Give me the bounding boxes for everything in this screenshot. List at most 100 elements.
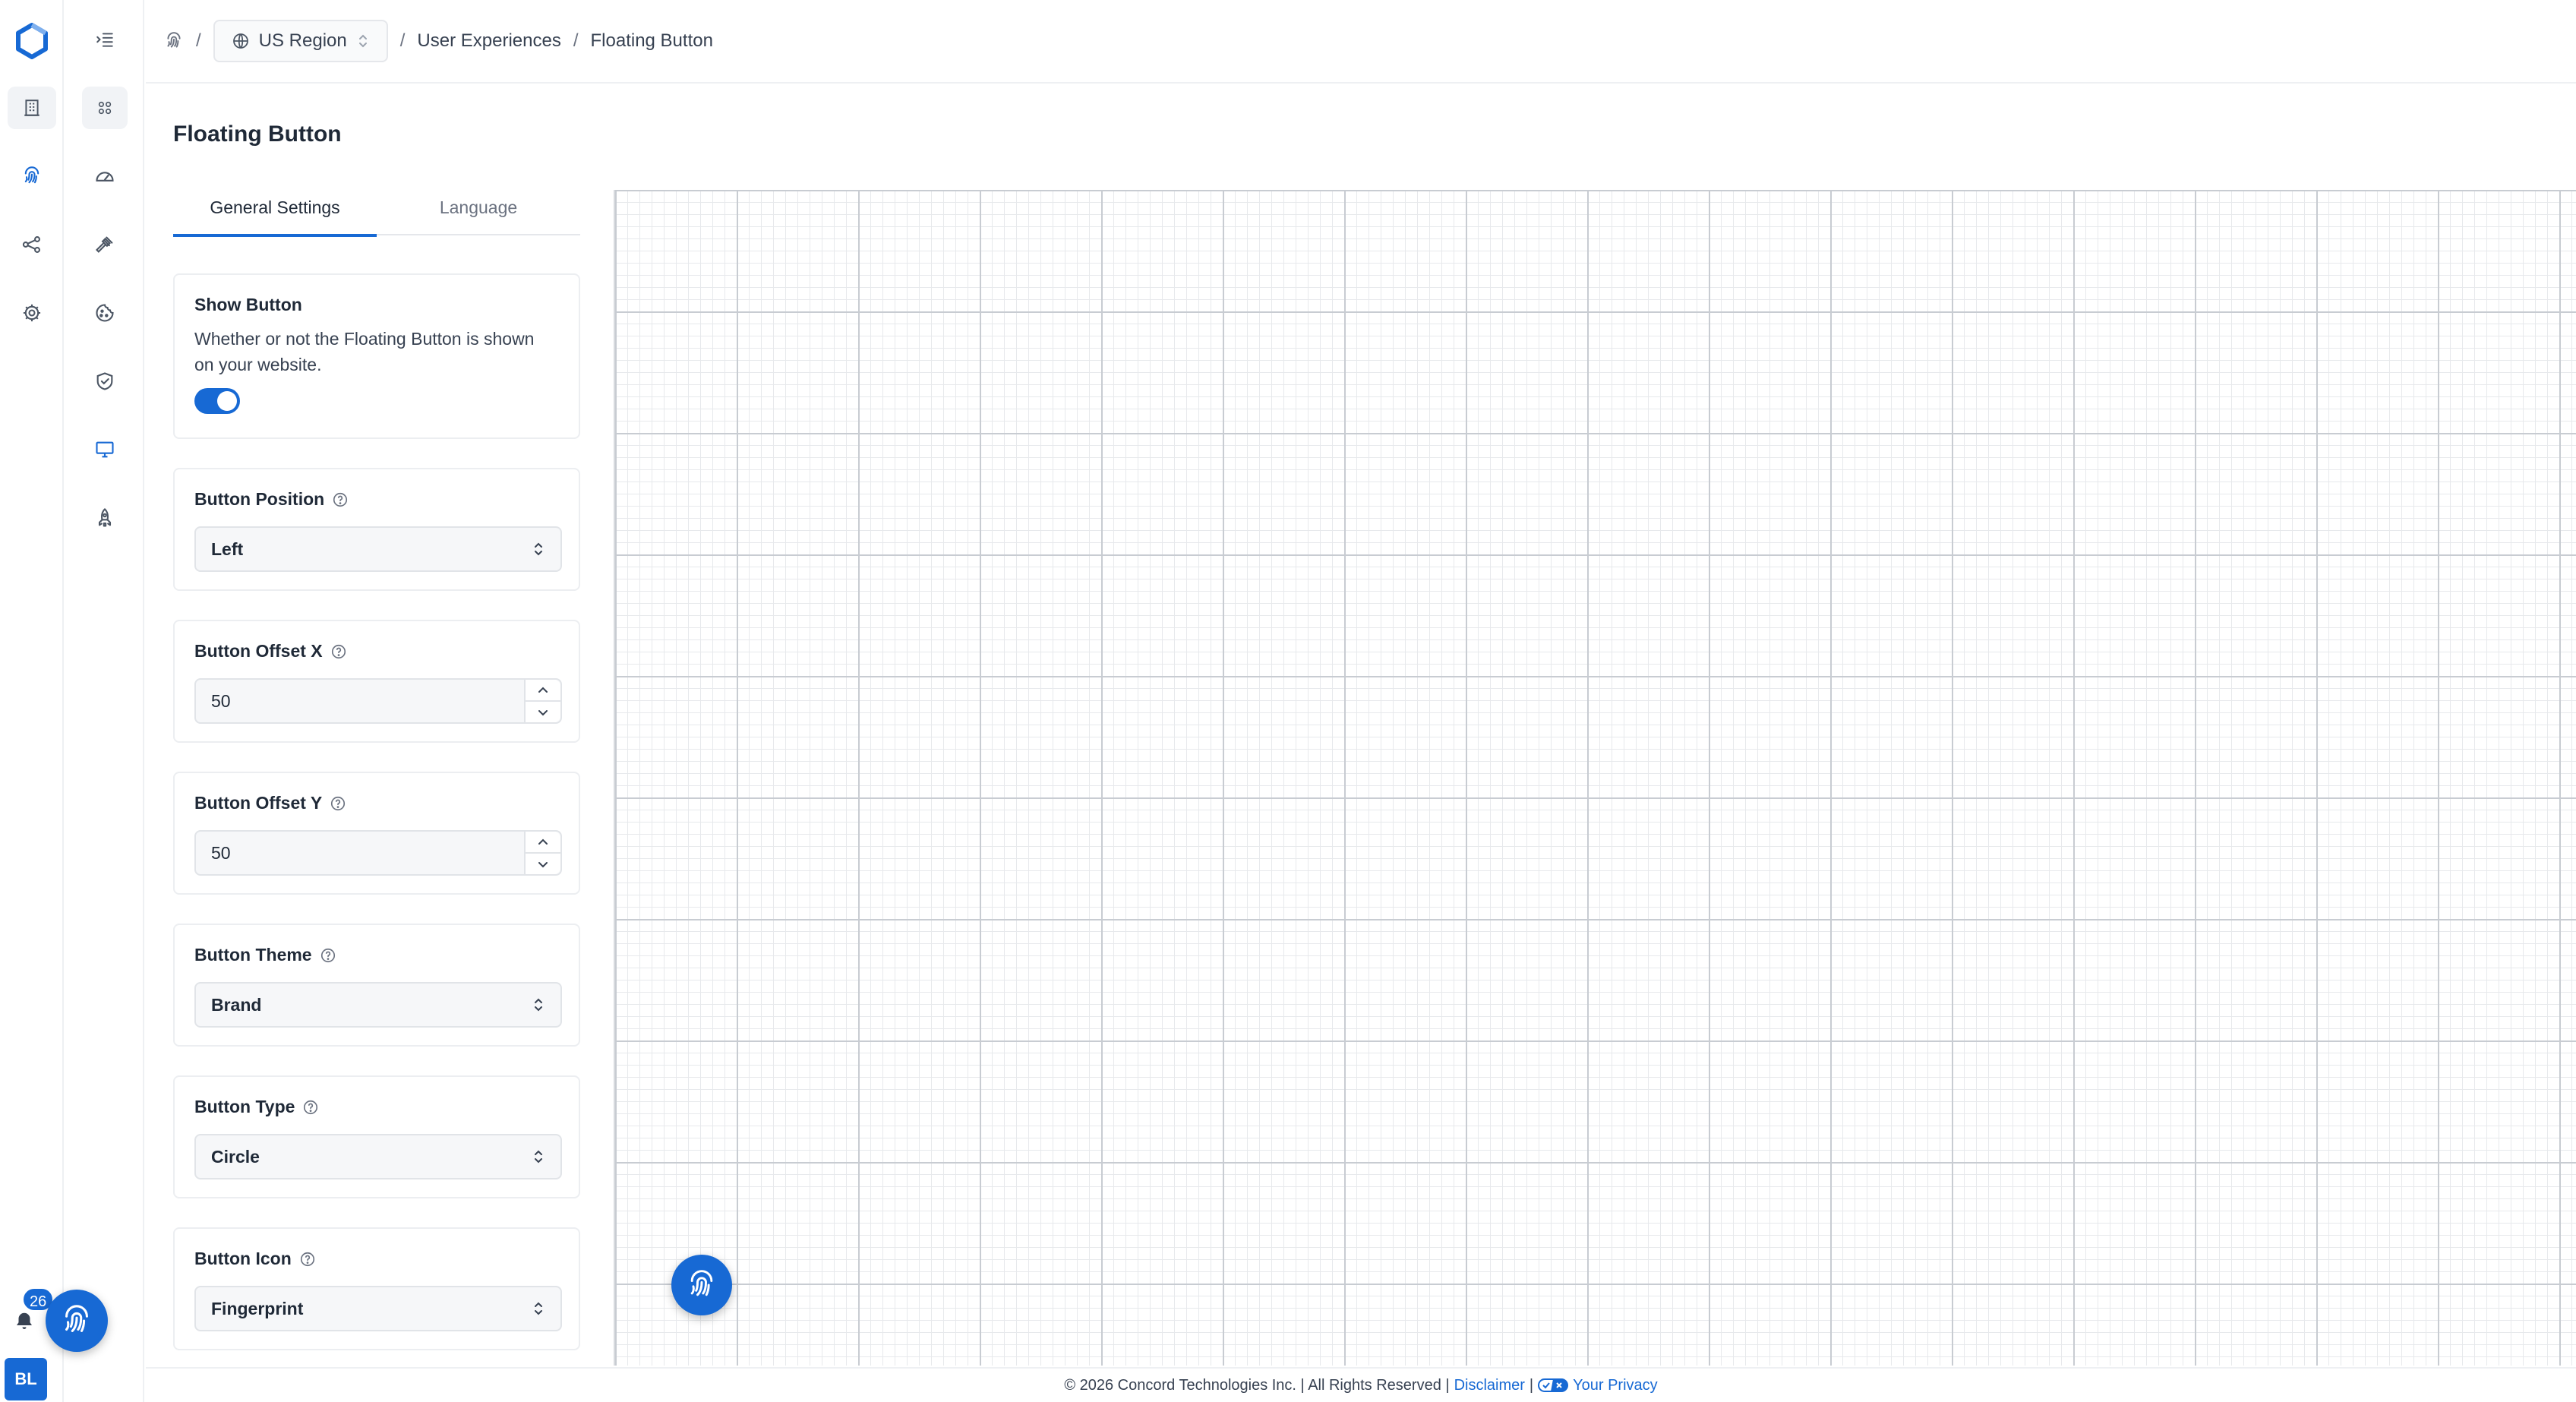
breadcrumb-separator: / xyxy=(573,30,579,51)
button-theme-label: Button Theme xyxy=(194,945,312,965)
button-icon-card: Button Icon Fingerprint xyxy=(173,1227,580,1350)
chevron-up-down-icon xyxy=(356,33,370,49)
button-theme-value: Brand xyxy=(211,994,262,1015)
tab-language[interactable]: Language xyxy=(377,179,580,235)
breadcrumb-separator: / xyxy=(196,30,201,51)
footer-separator: | xyxy=(1529,1376,1534,1394)
shield-check-icon xyxy=(94,371,115,392)
gear-icon xyxy=(21,302,43,324)
floating-consent-button[interactable] xyxy=(46,1290,108,1352)
fingerprint-icon xyxy=(685,1268,718,1302)
subnav-item-user-experiences[interactable] xyxy=(82,428,128,471)
button-theme-header: Button Theme xyxy=(194,945,559,965)
button-offset-x-input[interactable]: 50 xyxy=(196,680,524,722)
stepper-controls xyxy=(524,832,560,874)
footer-copyright: © 2026 Concord Technologies Inc. | All R… xyxy=(1064,1376,1450,1394)
cookie-icon xyxy=(94,302,115,324)
fingerprint-icon xyxy=(164,31,184,51)
decrement-button[interactable] xyxy=(526,852,560,874)
collapse-menu-button[interactable] xyxy=(82,18,128,61)
chevron-up-icon xyxy=(537,687,549,694)
settings-tabs: General Settings Language xyxy=(173,179,580,237)
preview-canvas xyxy=(614,190,2576,1366)
show-button-description: Whether or not the Floating Button is sh… xyxy=(194,329,535,374)
stepper-controls xyxy=(524,680,560,722)
bell-icon xyxy=(13,1310,36,1333)
chevron-up-down-icon xyxy=(532,996,545,1014)
subnav-item-dashboard[interactable] xyxy=(82,155,128,197)
privacy-choices-icon xyxy=(1538,1378,1569,1393)
button-offset-y-card: Button Offset Y 50 xyxy=(173,772,580,895)
button-offset-x-header: Button Offset X xyxy=(194,641,559,662)
secondary-nav xyxy=(65,0,144,1402)
help-icon[interactable] xyxy=(330,795,346,812)
breadcrumb-current: Floating Button xyxy=(590,30,713,51)
button-offset-x-stepper[interactable]: 50 xyxy=(194,678,562,724)
share-nodes-icon xyxy=(21,234,43,255)
rail-item-integrations[interactable] xyxy=(8,223,56,266)
subnav-item-compliance[interactable] xyxy=(82,360,128,403)
button-icon-select[interactable]: Fingerprint xyxy=(194,1286,562,1331)
region-label: US Region xyxy=(258,30,347,51)
disclaimer-link[interactable]: Disclaimer xyxy=(1454,1377,1525,1394)
globe-icon xyxy=(232,32,250,50)
your-privacy-link[interactable]: Your Privacy xyxy=(1573,1377,1658,1394)
subnav-item-regulations[interactable] xyxy=(82,223,128,266)
button-type-card: Button Type Circle xyxy=(173,1075,580,1198)
subnav-item-cookies[interactable] xyxy=(82,292,128,334)
breadcrumb: / US Region / User Experiences / Floatin… xyxy=(146,0,2576,84)
show-button-toggle[interactable] xyxy=(194,388,240,414)
tab-general-settings[interactable]: General Settings xyxy=(173,179,377,237)
button-offset-x-card: Button Offset X 50 xyxy=(173,620,580,743)
region-selector[interactable]: US Region xyxy=(213,20,388,62)
footer: © 2026 Concord Technologies Inc. | All R… xyxy=(146,1367,2576,1402)
help-icon[interactable] xyxy=(332,491,349,508)
button-position-card: Button Position Left xyxy=(173,468,580,591)
chevron-down-icon xyxy=(537,709,549,716)
increment-button[interactable] xyxy=(526,680,560,700)
button-position-value: Left xyxy=(211,538,244,559)
rail-item-settings[interactable] xyxy=(8,292,56,334)
rail-item-consent[interactable] xyxy=(8,155,56,197)
show-button-card: Show Button Whether or not the Floating … xyxy=(173,273,580,439)
collapse-menu-icon xyxy=(95,30,115,49)
preview-floating-button[interactable] xyxy=(671,1255,732,1315)
button-offset-x-label: Button Offset X xyxy=(194,641,323,661)
button-position-header: Button Position xyxy=(194,489,559,510)
button-offset-y-stepper[interactable]: 50 xyxy=(194,830,562,876)
button-type-header: Button Type xyxy=(194,1097,559,1117)
button-theme-card: Button Theme Brand xyxy=(173,924,580,1047)
button-offset-y-label: Button Offset Y xyxy=(194,793,323,813)
chevron-up-down-icon xyxy=(532,1148,545,1166)
gauge-icon xyxy=(94,166,115,187)
settings-panel: General Settings Language Show Button Wh… xyxy=(173,179,580,1364)
help-icon[interactable] xyxy=(299,1251,316,1268)
grid-icon xyxy=(96,99,113,116)
rail-item-organization[interactable] xyxy=(8,87,56,129)
button-icon-label: Button Icon xyxy=(194,1249,292,1268)
page-title: Floating Button xyxy=(173,122,342,147)
decrement-button[interactable] xyxy=(526,700,560,722)
help-icon[interactable] xyxy=(302,1099,319,1116)
help-icon[interactable] xyxy=(330,643,347,660)
breadcrumb-separator: / xyxy=(399,30,406,51)
subnav-item-overview[interactable] xyxy=(82,87,128,129)
subnav-item-launch[interactable] xyxy=(82,497,128,539)
rocket-icon xyxy=(94,507,115,529)
show-button-label: Show Button xyxy=(194,295,302,314)
help-icon[interactable] xyxy=(320,947,336,964)
button-theme-select[interactable]: Brand xyxy=(194,982,562,1028)
breadcrumb-section-link[interactable]: User Experiences xyxy=(417,30,560,52)
monitor-icon xyxy=(94,439,115,460)
fingerprint-icon xyxy=(59,1303,94,1338)
button-offset-y-header: Button Offset Y xyxy=(194,793,559,813)
increment-button[interactable] xyxy=(526,832,560,852)
button-position-select[interactable]: Left xyxy=(194,526,562,572)
app-logo[interactable] xyxy=(6,21,58,61)
chevron-up-icon xyxy=(537,838,549,846)
breadcrumb-home-button[interactable] xyxy=(164,31,184,51)
button-offset-y-input[interactable]: 50 xyxy=(196,832,524,874)
user-avatar[interactable]: BL xyxy=(5,1358,47,1400)
button-type-select[interactable]: Circle xyxy=(194,1134,562,1179)
gavel-icon xyxy=(94,234,115,255)
